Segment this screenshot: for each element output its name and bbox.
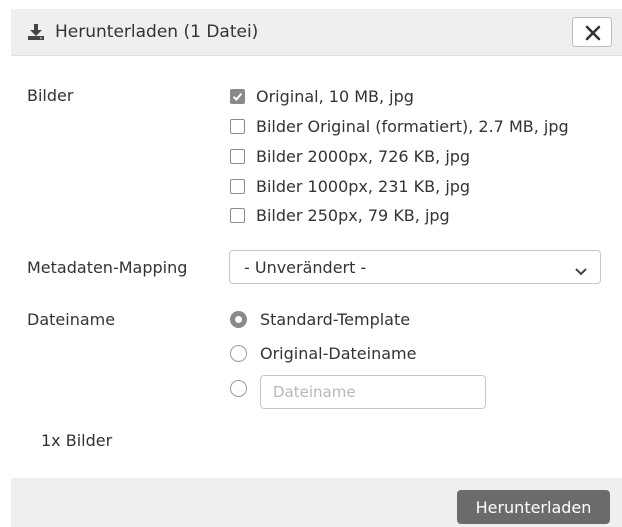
close-button[interactable] [572,17,612,47]
radio[interactable] [230,379,247,397]
chevron-down-icon [574,262,588,281]
dialog-title: Herunterladen (1 Datei) [55,22,259,42]
image-option-label: Original, 10 MB, jpg [256,86,414,106]
images-label: Bilder [27,86,74,105]
download-icon [27,23,45,41]
selection-summary: 1x Bilder [41,431,113,450]
image-option-label: Bilder 1000px, 231 KB, jpg [256,176,471,196]
filename-option-original[interactable]: Original-Dateiname [230,342,416,364]
checkbox[interactable] [230,148,245,164]
download-button[interactable]: Herunterladen [457,490,610,524]
image-option-label: Bilder 2000px, 726 KB, jpg [256,146,471,166]
checkbox[interactable] [230,118,245,134]
custom-filename-input[interactable] [260,375,486,409]
image-option-original-formatted[interactable]: Bilder Original (formatiert), 2.7 MB, jp… [230,115,569,137]
radio-checked[interactable] [230,310,247,328]
select-value: - Unverändert - [244,258,367,277]
filename-option-label: Original-Dateiname [260,343,417,363]
image-option-original[interactable]: Original, 10 MB, jpg [230,85,414,107]
filename-label: Dateiname [27,310,116,329]
image-option-1000px[interactable]: Bilder 1000px, 231 KB, jpg [230,175,470,197]
filename-option-label: Standard-Template [260,309,411,329]
metadata-mapping-label: Metadaten-Mapping [27,258,188,277]
radio[interactable] [230,344,247,362]
image-option-2000px[interactable]: Bilder 2000px, 726 KB, jpg [230,145,470,167]
checkbox[interactable] [230,178,245,194]
metadata-mapping-select[interactable]: - Unverändert - [229,250,601,284]
filename-option-custom[interactable] [230,377,260,399]
image-option-label: Bilder 250px, 79 KB, jpg [256,205,450,225]
filename-option-standard-template[interactable]: Standard-Template [230,308,410,330]
image-option-250px[interactable]: Bilder 250px, 79 KB, jpg [230,204,450,226]
download-dialog: Herunterladen (1 Datei) Bilder Original,… [0,0,622,527]
checkbox[interactable] [230,207,245,223]
dialog-header: Herunterladen (1 Datei) [11,9,622,56]
checkbox-checked[interactable] [230,88,245,104]
image-option-label: Bilder Original (formatiert), 2.7 MB, jp… [256,116,569,136]
